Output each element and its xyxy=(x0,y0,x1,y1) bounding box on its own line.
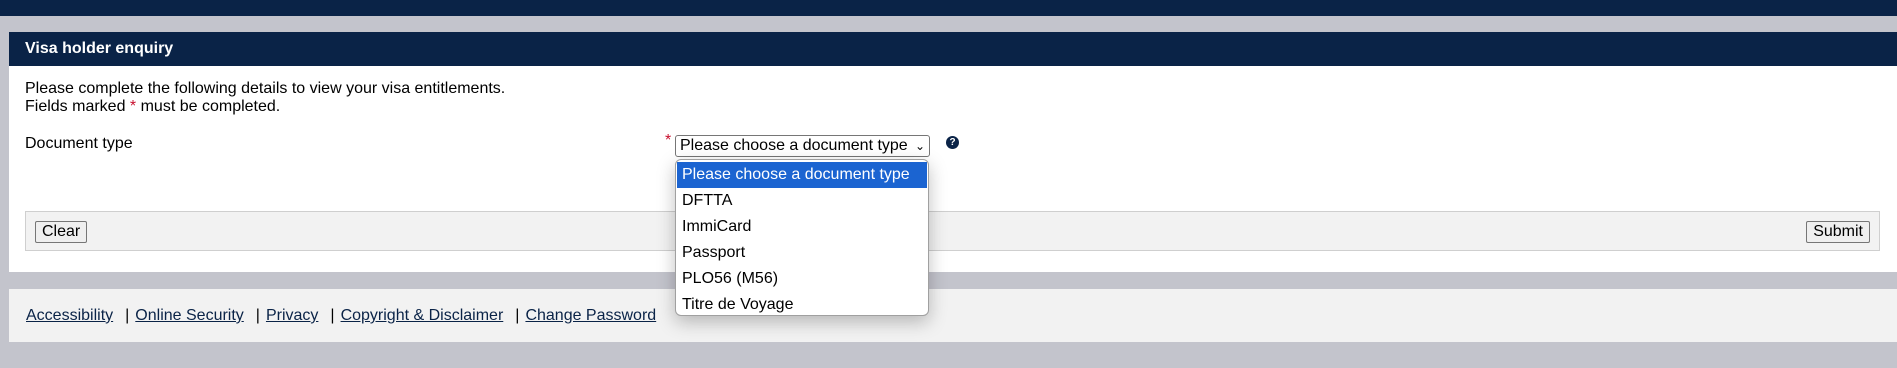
footer-separator: | xyxy=(515,307,520,324)
footer-link-copyright-disclaimer[interactable]: Copyright & Disclaimer xyxy=(341,307,504,324)
help-circle-icon[interactable]: ? xyxy=(946,136,959,149)
document-type-required-marker: * xyxy=(665,132,672,149)
option-immicard[interactable]: ImmiCard xyxy=(677,214,927,240)
footer: Accessibility | Online Security | Privacy | Co… xyxy=(9,289,1897,342)
option-please-choose[interactable]: Please choose a document type xyxy=(677,162,927,188)
option-passport[interactable]: Passport xyxy=(677,240,927,266)
top-banner xyxy=(0,0,1897,16)
document-type-select[interactable]: Please choose a document type ⌄ xyxy=(675,135,930,157)
footer-link-change-password[interactable]: Change Password xyxy=(525,307,656,324)
footer-link-accessibility[interactable]: Accessibility xyxy=(26,307,113,324)
footer-separator: | xyxy=(255,307,260,324)
footer-link-privacy[interactable]: Privacy xyxy=(266,307,318,324)
intro-line-1: Please complete the following details to… xyxy=(25,80,506,97)
intro-line-2-suffix: must be completed. xyxy=(136,98,281,115)
intro-text: Please complete the following details to… xyxy=(25,80,505,116)
footer-links: Accessibility | Online Security | Privacy | Co… xyxy=(26,307,656,325)
option-titre-de-voyage[interactable]: Titre de Voyage xyxy=(677,292,927,318)
clear-button[interactable]: Clear xyxy=(35,221,88,243)
chevron-down-icon: ⌄ xyxy=(914,139,925,153)
document-type-label: Document type xyxy=(25,135,133,152)
footer-link-online-security[interactable]: Online Security xyxy=(135,307,244,324)
option-plo56-m56[interactable]: PLO56 (M56) xyxy=(677,266,927,292)
panel-title: Visa holder enquiry xyxy=(9,32,1897,66)
intro-line-2-prefix: Fields marked xyxy=(25,98,130,115)
document-type-dropdown-list: Please choose a document type DFTTA Immi… xyxy=(675,159,929,316)
footer-separator: | xyxy=(330,307,335,324)
option-dftta[interactable]: DFTTA xyxy=(677,188,927,214)
intro-line-2: Fields marked * must be completed. xyxy=(25,98,505,116)
submit-button[interactable]: Submit xyxy=(1806,221,1870,243)
footer-separator: | xyxy=(125,307,130,324)
form-button-bar: Clear Submit xyxy=(25,211,1880,251)
document-type-select-value: Please choose a document type xyxy=(680,137,908,154)
visa-enquiry-panel: Visa holder enquiry Please complete the … xyxy=(9,32,1897,272)
